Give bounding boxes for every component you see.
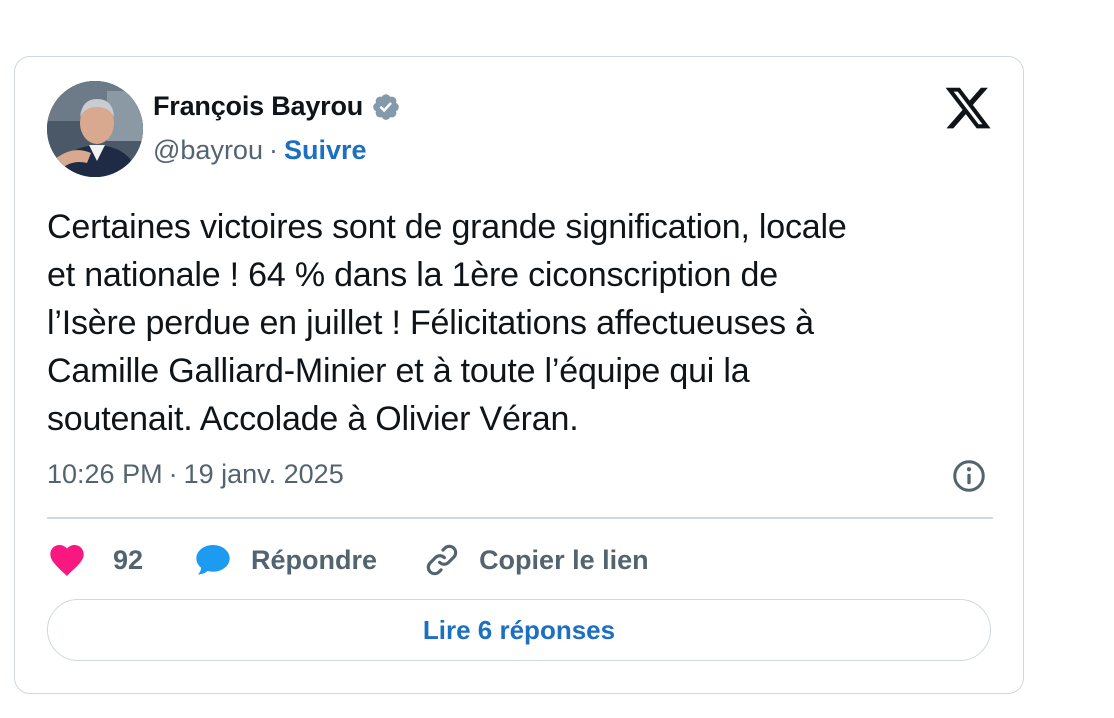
timestamp-separator: ·	[168, 459, 178, 489]
tweet-date: 19 janv. 2025	[183, 459, 344, 489]
action-bar: 92 Répondre Copier le lien	[47, 537, 649, 583]
tweet-timestamp[interactable]: 10:26 PM · 19 janv. 2025	[47, 459, 344, 490]
x-logo-icon[interactable]	[943, 83, 993, 133]
tweet-text: Certaines victoires sont de grande signi…	[47, 208, 847, 438]
like-button[interactable]: 92	[47, 540, 143, 580]
speech-bubble-icon	[196, 545, 230, 575]
reply-button[interactable]: Répondre	[193, 540, 377, 580]
author-name[interactable]: François Bayrou	[153, 91, 363, 122]
copy-link-button[interactable]: Copier le lien	[423, 541, 649, 579]
author-handle[interactable]: @bayrou	[153, 135, 263, 166]
info-icon[interactable]	[951, 458, 987, 494]
avatar[interactable]	[47, 81, 143, 177]
tweet-time: 10:26 PM	[47, 459, 163, 489]
verified-badge-icon	[373, 93, 399, 120]
copy-link-label: Copier le lien	[479, 544, 649, 575]
read-replies-button[interactable]: Lire 6 réponses	[47, 599, 991, 661]
link-icon	[426, 544, 458, 576]
separator-dot: ·	[268, 135, 278, 165]
avatar-photo	[47, 81, 143, 177]
heart-icon	[50, 545, 84, 576]
follow-button[interactable]: Suivre	[284, 135, 367, 166]
like-count: 92	[113, 544, 144, 575]
reply-label: Répondre	[251, 544, 378, 575]
read-replies-label: Lire 6 réponses	[422, 614, 616, 645]
divider	[47, 517, 993, 519]
tweet-card: François Bayrou @bayrou · Suivre Certain…	[14, 56, 1024, 694]
